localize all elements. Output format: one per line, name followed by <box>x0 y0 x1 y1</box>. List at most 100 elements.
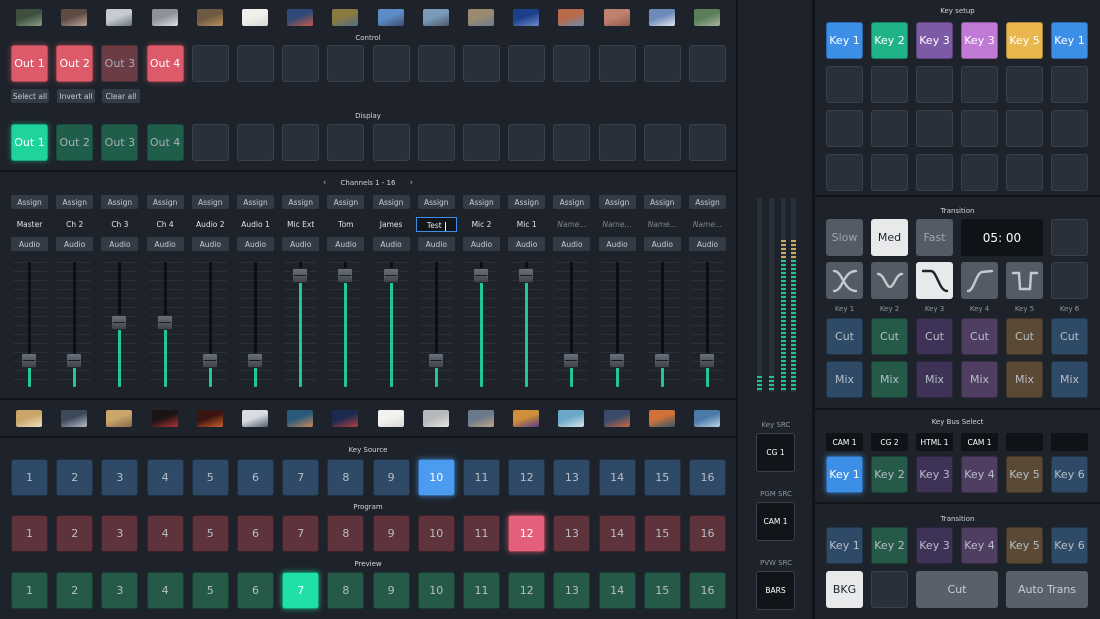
key-3-mix-button[interactable]: Mix <box>916 361 953 398</box>
display-empty-slot[interactable] <box>417 124 455 161</box>
channel-16-assign-button[interactable]: Assign <box>689 195 726 209</box>
preview-13-button[interactable]: 13 <box>553 572 591 609</box>
thumb-a-icon[interactable] <box>16 410 42 427</box>
control-empty-slot[interactable] <box>417 45 455 82</box>
control-empty-slot[interactable] <box>553 45 591 82</box>
program-11-button[interactable]: 11 <box>463 515 500 552</box>
display-empty-slot[interactable] <box>553 124 591 161</box>
key-5-cut-button[interactable]: Cut <box>1006 318 1043 355</box>
channel-11-fader-handle[interactable] <box>473 267 489 283</box>
control-empty-slot[interactable] <box>191 45 229 82</box>
channel-10-audio-button[interactable]: Audio <box>417 237 455 251</box>
key-bus-key-1-button[interactable]: Key 1 <box>826 456 863 493</box>
channel-12-name-field[interactable]: Mic 1 <box>506 217 547 232</box>
thumb-16-icon[interactable] <box>694 9 720 26</box>
thumb-2-icon[interactable] <box>61 9 88 26</box>
control-empty-slot[interactable] <box>598 45 636 82</box>
key_source-16-button[interactable]: 16 <box>689 459 726 496</box>
channel-16-fader-handle[interactable] <box>699 352 715 368</box>
invert-all-button[interactable]: Invert all <box>57 89 95 103</box>
transition-empty-slot[interactable] <box>1051 262 1088 299</box>
thumb-6-icon[interactable] <box>242 9 268 26</box>
transition-2-key-2-button[interactable]: Key 2 <box>871 527 908 564</box>
key_source-10-button[interactable]: 10 <box>417 459 455 496</box>
preview-6-button[interactable]: 6 <box>237 572 274 609</box>
channel-6-fader-handle[interactable] <box>247 352 263 368</box>
thumb-13-icon[interactable] <box>558 9 585 26</box>
program-8-button[interactable]: 8 <box>327 515 365 552</box>
channel-14-audio-button[interactable]: Audio <box>598 237 636 251</box>
preview-7-button[interactable]: 7 <box>282 572 320 609</box>
key-setup-1-button[interactable]: Key 1 <box>826 22 863 59</box>
display-empty-slot[interactable] <box>598 124 636 161</box>
display-empty-slot[interactable] <box>689 124 726 161</box>
channel-7-audio-button[interactable]: Audio <box>282 237 320 251</box>
display-empty-slot[interactable] <box>372 124 410 161</box>
channel-13-name-field[interactable]: Name... <box>551 217 592 232</box>
preview-4-button[interactable]: 4 <box>146 572 184 609</box>
channel-8-name-field[interactable]: Tom <box>325 217 366 232</box>
key-6-cut-button[interactable]: Cut <box>1051 318 1088 355</box>
thumb-i-icon[interactable] <box>377 410 404 427</box>
thumb-k-icon[interactable] <box>468 410 494 427</box>
channel-6-audio-button[interactable]: Audio <box>237 237 274 251</box>
control-out-3-button[interactable]: Out 3 <box>101 45 139 82</box>
key_source-2-button[interactable]: 2 <box>56 459 94 496</box>
transition-2-empty-slot[interactable] <box>871 571 908 608</box>
thumb-11-icon[interactable] <box>468 9 494 26</box>
thumb-4-icon[interactable] <box>151 9 178 26</box>
display-empty-slot[interactable] <box>282 124 320 161</box>
key-bus-key-2-button[interactable]: Key 2 <box>871 456 908 493</box>
key-bus-tag-2[interactable]: CG 2 <box>871 433 908 451</box>
display-out-1-button[interactable]: Out 1 <box>11 124 48 161</box>
channel-10-fader-handle[interactable] <box>427 352 444 368</box>
channel-3-name-field[interactable]: Ch 3 <box>99 217 140 232</box>
channel-4-fader-handle[interactable] <box>156 315 173 330</box>
channel-4-audio-button[interactable]: Audio <box>146 237 184 251</box>
key-setup-empty-slot[interactable] <box>916 154 953 191</box>
thumb-o-icon[interactable] <box>648 410 675 427</box>
channel-5-name-field[interactable]: Audio 2 <box>190 217 231 232</box>
channel-15-fader-handle[interactable] <box>653 352 670 368</box>
program-5-button[interactable]: 5 <box>191 515 229 552</box>
preview-3-button[interactable]: 3 <box>101 572 139 609</box>
key_source-3-button[interactable]: 3 <box>101 459 139 496</box>
key_source-11-button[interactable]: 11 <box>463 459 500 496</box>
key_source-12-button[interactable]: 12 <box>508 459 546 496</box>
key-1-mix-button[interactable]: Mix <box>826 361 863 398</box>
key_source-6-button[interactable]: 6 <box>237 459 274 496</box>
preview-16-button[interactable]: 16 <box>689 572 726 609</box>
key-setup-empty-slot[interactable] <box>961 110 998 147</box>
thumb-b-icon[interactable] <box>61 410 88 427</box>
key-setup-empty-slot[interactable] <box>871 66 908 103</box>
program-14-button[interactable]: 14 <box>598 515 636 552</box>
channel-1-name-field[interactable]: Master <box>9 217 50 232</box>
bkg-button[interactable]: BKG <box>826 571 863 608</box>
program-1-button[interactable]: 1 <box>11 515 48 552</box>
channel-4-name-field[interactable]: Ch 4 <box>145 217 186 232</box>
control-out-1-button[interactable]: Out 1 <box>11 45 48 82</box>
transition-2-key-5-button[interactable]: Key 5 <box>1006 527 1043 564</box>
channel-2-audio-button[interactable]: Audio <box>56 237 94 251</box>
control-out-4-button[interactable]: Out 4 <box>146 45 184 82</box>
channel-3-audio-button[interactable]: Audio <box>101 237 139 251</box>
thumb-n-icon[interactable] <box>603 410 630 427</box>
control-empty-slot[interactable] <box>508 45 546 82</box>
thumb-10-icon[interactable] <box>422 9 449 26</box>
channel-16-audio-button[interactable]: Audio <box>689 237 726 251</box>
channel-5-assign-button[interactable]: Assign <box>191 195 229 209</box>
channel-1-assign-button[interactable]: Assign <box>11 195 48 209</box>
channel-5-fader-handle[interactable] <box>201 352 218 368</box>
thumb-m-icon[interactable] <box>558 410 585 427</box>
key-bus-key-5-button[interactable]: Key 5 <box>1006 456 1043 493</box>
preview-11-button[interactable]: 11 <box>463 572 500 609</box>
key_source-13-button[interactable]: 13 <box>553 459 591 496</box>
key-5-mix-button[interactable]: Mix <box>1006 361 1043 398</box>
channel-15-assign-button[interactable]: Assign <box>643 195 681 209</box>
curve-ease-down-icon[interactable] <box>916 262 953 299</box>
key_source-9-button[interactable]: 9 <box>372 459 410 496</box>
key_source-1-button[interactable]: 1 <box>11 459 48 496</box>
display-out-3-button[interactable]: Out 3 <box>101 124 139 161</box>
curve-s-icon[interactable] <box>826 262 863 299</box>
program-7-button[interactable]: 7 <box>282 515 320 552</box>
